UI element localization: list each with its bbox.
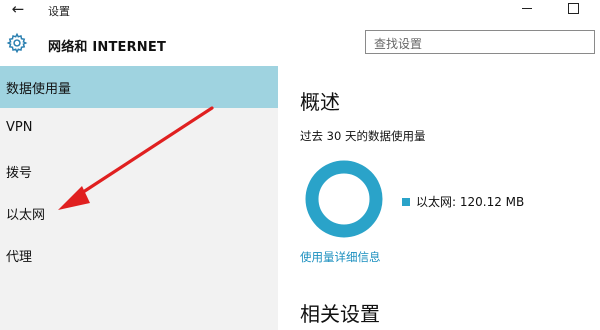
sidebar-item-dialup[interactable]: 拨号 (0, 150, 278, 192)
overview-heading: 概述 (300, 90, 340, 114)
legend-label: 以太网: 120.12 MB (416, 195, 525, 209)
header: 网络和 INTERNET 查找设置 (0, 20, 600, 66)
sidebar-item-label: 以太网 (6, 208, 46, 223)
usage-details-link[interactable]: 使用量详细信息 (300, 249, 381, 265)
search-input[interactable]: 查找设置 (365, 30, 595, 54)
sidebar-item-label: VPN (6, 120, 33, 135)
section-title: 网络和 INTERNET (48, 40, 167, 55)
sidebar-item-data-usage[interactable]: 数据使用量 (0, 66, 278, 108)
legend-swatch (402, 198, 410, 206)
back-button[interactable]: ← (6, 0, 30, 20)
minimize-icon[interactable] (522, 8, 532, 9)
search-placeholder: 查找设置 (374, 37, 423, 51)
related-settings-heading: 相关设置 (300, 302, 380, 326)
sidebar-item-ethernet[interactable]: 以太网 (0, 192, 278, 234)
sidebar-item-proxy[interactable]: 代理 (0, 234, 278, 276)
sidebar-item-label: 拨号 (6, 166, 33, 181)
main-content: 概述 过去 30 天的数据使用量 以太网: 120.12 MB 使用量详细信息 … (278, 66, 600, 330)
back-arrow-icon: ← (11, 0, 25, 18)
usage-donut-chart (305, 160, 383, 238)
maximize-icon[interactable] (568, 3, 579, 14)
window-title: 设置 (48, 5, 70, 18)
gear-icon (6, 32, 28, 54)
sidebar: 数据使用量 VPN 拨号 以太网 代理 (0, 66, 278, 330)
title-bar: ← 设置 (0, 0, 600, 20)
sidebar-item-vpn[interactable]: VPN (0, 108, 278, 150)
usage-caption: 过去 30 天的数据使用量 (300, 129, 426, 143)
sidebar-item-label: 代理 (6, 250, 33, 265)
sidebar-item-label: 数据使用量 (6, 82, 72, 97)
